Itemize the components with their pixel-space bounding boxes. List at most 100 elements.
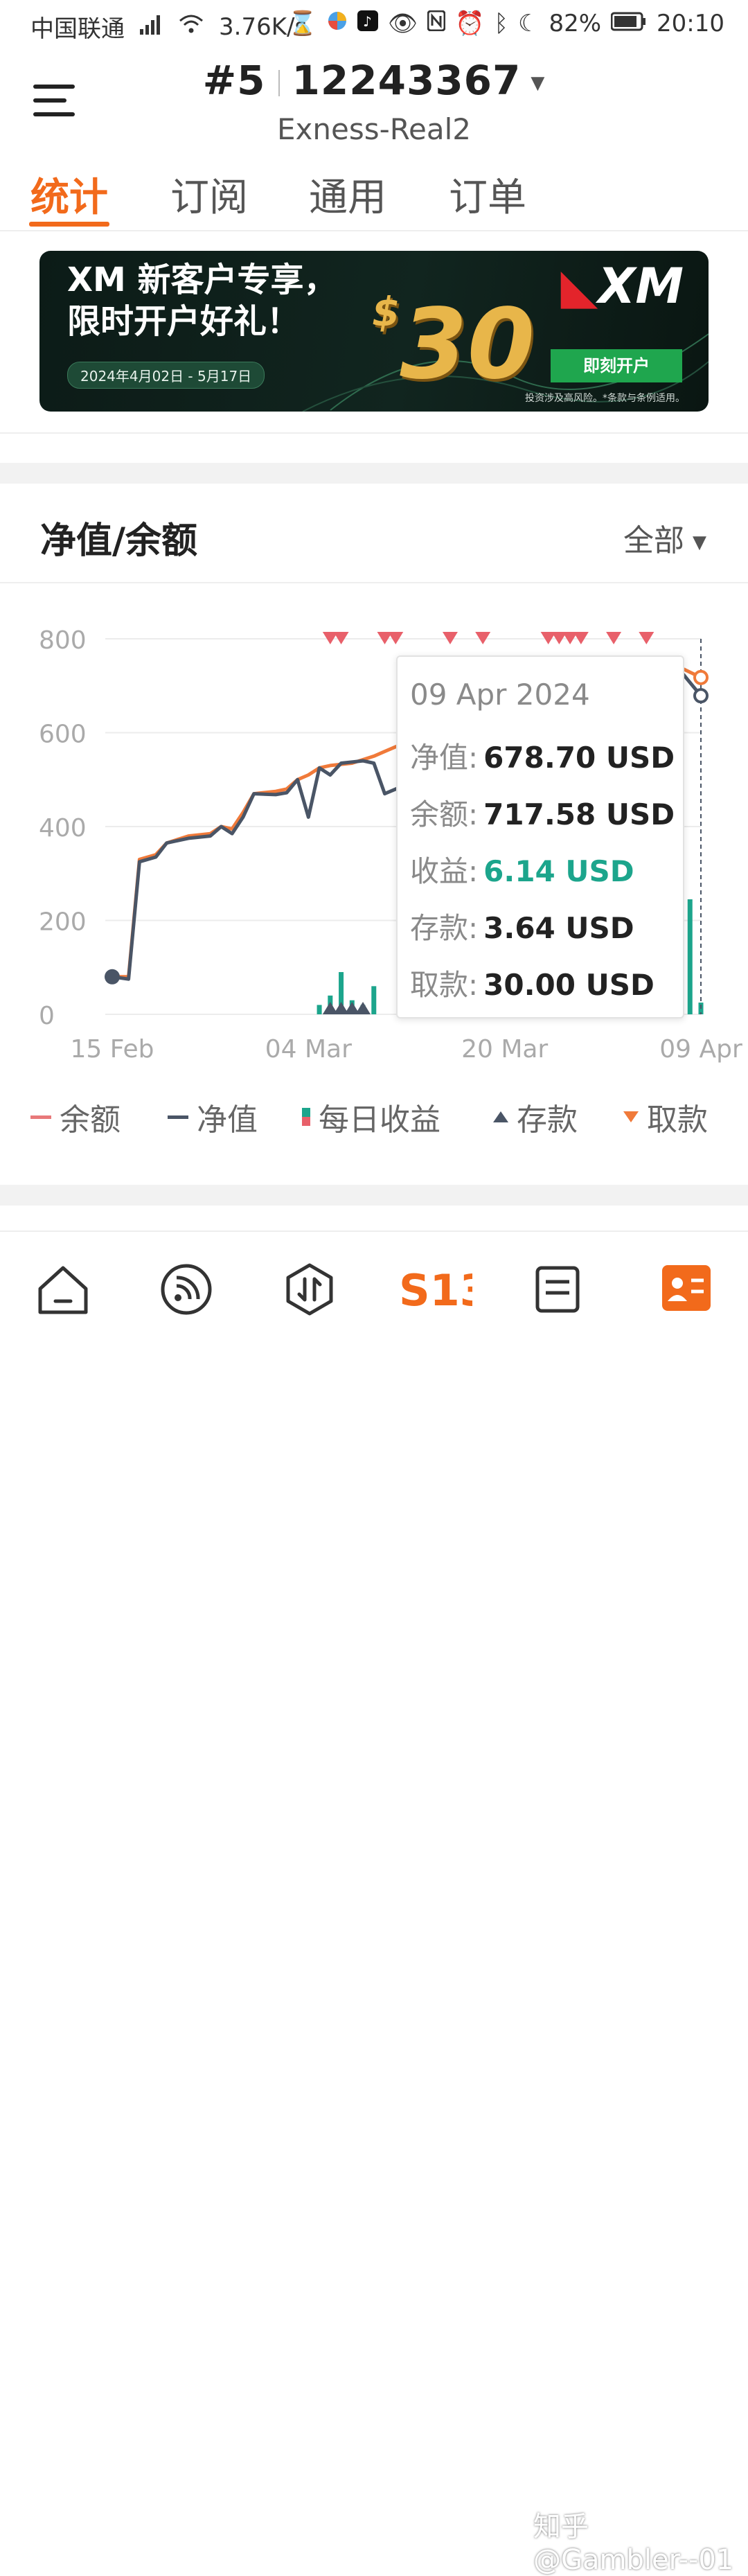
tooltip-deposit: 存款: 3.64 USD — [410, 905, 634, 947]
tooltip-profit-value: 6.14 USD — [483, 854, 634, 888]
tooltip-deposit-label: 存款: — [410, 911, 479, 945]
chart-tooltip: 09 Apr 2024 净值: 678.70 USD 余额: 717.58 USD … — [396, 655, 684, 1018]
x-tick-label: 20 Mar — [461, 1035, 548, 1064]
home-icon[interactable] — [32, 1258, 94, 1321]
news-icon[interactable] — [526, 1258, 589, 1321]
account-number: 12243367 — [292, 57, 522, 104]
series-start-point — [105, 969, 120, 985]
tab-orders[interactable]: 订单 — [449, 166, 526, 222]
s13-label: S13 — [399, 1265, 472, 1316]
watermark: 知乎 @Gambler--01 — [533, 2511, 734, 2576]
account-separator — [278, 69, 280, 96]
xm-logo-text: XM — [598, 258, 684, 315]
tooltip-withdraw: 取款: 30.00 USD — [410, 962, 654, 1004]
server-name: Exness-Real2 — [276, 112, 472, 146]
account-index: #5 — [202, 57, 266, 104]
banner-disclaimer: 投资涉及高风险。*条款与条例适用。 — [525, 393, 685, 404]
battery-percent: 82% — [549, 10, 602, 37]
y-tick-label: 0 — [39, 1002, 55, 1030]
balance-highlight-point — [693, 669, 709, 685]
open-account-button[interactable]: 即刻开户 — [551, 349, 682, 382]
daily-profit-bar — [317, 1005, 322, 1014]
clock: 20:10 — [657, 10, 724, 37]
tab-bar: 统计 订阅 通用 订单 — [0, 155, 748, 231]
tab-stats[interactable]: 统计 — [30, 166, 108, 222]
legend-deposit[interactable]: 存款 — [493, 1095, 578, 1139]
xm-logo: ◣XM — [561, 258, 684, 315]
status-bar: 中国联通 3.76K/s ⌛ ♪ 👁 ⏰ ᛒ ☾ 82% 20:10 — [0, 0, 748, 53]
equity-highlight-point — [693, 688, 709, 704]
y-tick-label: 600 — [39, 721, 87, 749]
trade-icon[interactable] — [278, 1258, 341, 1321]
tooltip-balance-value: 717.58 USD — [483, 797, 675, 831]
alarm-icon: ⏰ — [455, 10, 485, 37]
tooltip-withdraw-label: 取款: — [410, 968, 479, 1002]
active-tab-indicator — [29, 222, 109, 227]
bluetooth-icon: ᛒ — [494, 10, 508, 37]
legend-equity-swatch — [168, 1115, 188, 1119]
divider — [0, 582, 748, 583]
tooltip-deposit-value: 3.64 USD — [483, 911, 634, 945]
y-tick-label: 800 — [39, 626, 87, 655]
legend-balance-swatch — [30, 1115, 51, 1119]
tab-subscribe[interactable]: 订阅 — [170, 166, 248, 222]
legend-deposit-swatch — [493, 1111, 508, 1122]
tooltip-profit: 收益: 6.14 USD — [410, 848, 634, 890]
tooltip-balance: 余额: 717.58 USD — [410, 791, 675, 833]
eye-icon: 👁 — [388, 10, 418, 37]
chart-legend: 余额 净值 每日收益 存款 取款 — [0, 1095, 748, 1139]
legend-withdraw-swatch — [623, 1111, 639, 1122]
section-gap — [0, 1185, 748, 1206]
daily-profit-bar — [371, 986, 377, 1014]
x-tick-label: 15 Feb — [71, 1035, 154, 1064]
banner-amount: $30 — [372, 288, 535, 401]
app-icon — [327, 10, 348, 37]
legend-equity-label: 净值 — [197, 1102, 258, 1138]
tooltip-equity-label: 净值: — [410, 741, 479, 775]
section-gap — [0, 463, 748, 484]
banner-headline-line1: XM 新客户专享， — [67, 261, 337, 299]
banner-date: 2024年4月02日 - 5月17日 — [67, 362, 265, 389]
tooltip-equity: 净值: 678.70 USD — [410, 734, 675, 777]
banner-currency: $ — [372, 288, 400, 335]
legend-daily-profit[interactable]: 每日收益 — [302, 1095, 440, 1139]
legend-equity[interactable]: 净值 — [168, 1095, 258, 1139]
carrier-label: 中国联通 — [30, 15, 125, 43]
tooltip-withdraw-value: 30.00 USD — [483, 968, 654, 1002]
moon-icon: ☾ — [517, 10, 540, 37]
chevron-down-icon: ▼ — [693, 532, 706, 553]
legend-deposit-label: 存款 — [517, 1102, 578, 1138]
legend-withdraw[interactable]: 取款 — [623, 1095, 708, 1139]
hourglass-icon: ⌛ — [287, 10, 318, 37]
legend-balance[interactable]: 余额 — [30, 1095, 121, 1139]
signal-icon[interactable] — [155, 1258, 217, 1321]
account-selector[interactable]: #5 12243367 ▼ — [0, 57, 748, 104]
tooltip-profit-label: 收益: — [410, 854, 479, 888]
tooltip-equity-value: 678.70 USD — [483, 741, 675, 775]
legend-withdraw-label: 取款 — [647, 1102, 708, 1138]
signal-icon — [140, 13, 163, 41]
chevron-down-icon: ▼ — [531, 72, 546, 94]
tab-general[interactable]: 通用 — [309, 166, 386, 222]
range-filter[interactable]: 全部 ▼ — [623, 515, 706, 560]
bottom-nav: S13 知乎 @Gambler--01 — [0, 1230, 748, 2576]
banner-headline: XM 新客户专享， 限时开户好礼！ — [67, 259, 337, 342]
banner-amount-value: 30 — [400, 288, 535, 401]
tooltip-balance-label: 余额: — [410, 797, 479, 831]
banner-headline-line2: 限时开户好礼！ — [67, 302, 301, 341]
section-title: 净值/余额 — [40, 520, 197, 562]
legend-daily-profit-label: 每日收益 — [319, 1102, 440, 1138]
wifi-icon — [179, 13, 204, 41]
legend-daily-profit-swatch — [302, 1108, 310, 1126]
xm-logo-mark: ◣ — [560, 258, 598, 315]
y-tick-label: 200 — [39, 908, 87, 937]
s13-icon[interactable]: S13 — [396, 1258, 490, 1321]
nfc-icon — [427, 10, 446, 37]
promo-banner[interactable]: XM 新客户专享， 限时开户好礼！ 2024年4月02日 - 5月17日 $30… — [39, 251, 709, 412]
divider — [0, 432, 748, 434]
y-tick-label: 400 — [39, 814, 87, 843]
legend-balance-label: 余额 — [60, 1102, 121, 1138]
account-header: #5 12243367 ▼ Exness-Real2 — [0, 53, 748, 155]
x-tick-label: 04 Mar — [265, 1035, 352, 1064]
profile-icon[interactable] — [658, 1258, 720, 1321]
